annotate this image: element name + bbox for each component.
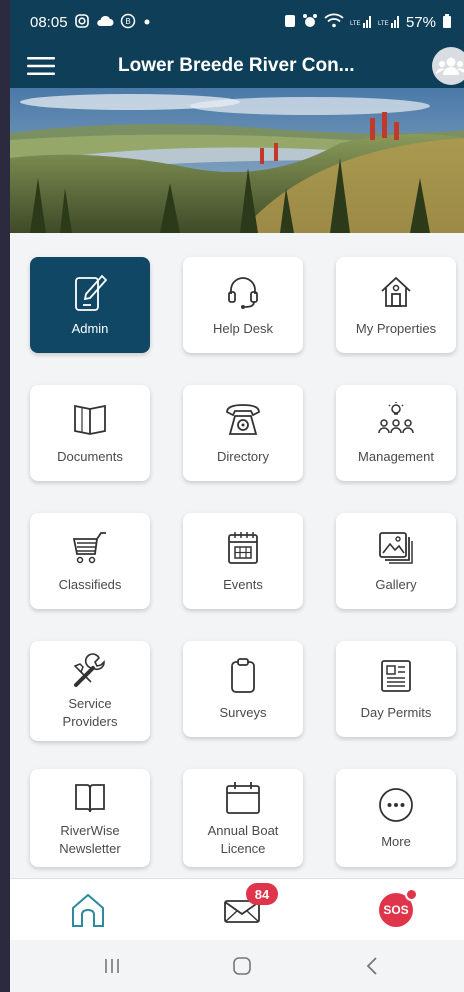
signal-lte1-icon: LTE (350, 13, 372, 31)
sos-notification-dot (405, 888, 418, 901)
phone-screen: 08:05 B LTE LTE 57% Lower Breede River C… (10, 0, 464, 992)
tile-more[interactable]: More (336, 769, 456, 867)
feature-grid: Admin Help Desk My Properties Documents (10, 233, 464, 878)
tile-label: Directory (216, 449, 269, 464)
tile-label: More (381, 834, 411, 849)
gallery-icon (376, 528, 416, 568)
home-square-icon (233, 957, 251, 975)
tile-label: Service Providers (62, 696, 118, 729)
nav-messages[interactable]: 84 (212, 883, 278, 933)
tile-day-permits[interactable]: Day Permits (336, 641, 456, 737)
mail-badge: 84 (246, 883, 278, 905)
tile-directory[interactable]: Directory (183, 385, 303, 481)
menu-button[interactable] (10, 44, 72, 88)
tile-my-properties[interactable]: My Properties (336, 257, 456, 353)
sos-button[interactable]: SOS (379, 888, 418, 927)
nav-sos[interactable]: SOS (366, 887, 426, 933)
newsletter-book-icon (70, 778, 110, 818)
profile-button[interactable] (432, 47, 464, 85)
tile-gallery[interactable]: Gallery (336, 513, 456, 609)
recent-apps-button[interactable] (92, 950, 132, 982)
svg-text:LTE: LTE (350, 21, 361, 27)
tile-label: Surveys (219, 705, 267, 720)
cart-icon (70, 528, 110, 568)
tile-label: Annual Boat Licence (207, 823, 279, 856)
battery-icon (442, 13, 452, 31)
phone-icon (223, 400, 263, 440)
tile-management[interactable]: Management (336, 385, 456, 481)
sos-label: SOS (383, 903, 409, 917)
banner-landscape-image (10, 88, 464, 233)
tile-label: Events (223, 577, 263, 592)
tile-label: Help Desk (213, 321, 273, 336)
admin-icon (70, 272, 110, 312)
tile-label: Management (358, 449, 434, 464)
status-bar: 08:05 B LTE LTE 57% (10, 0, 464, 44)
newspaper-icon (376, 656, 416, 696)
tile-label: Documents (57, 449, 123, 464)
tile-admin[interactable]: Admin (30, 257, 150, 353)
back-chevron-icon (366, 957, 377, 975)
cloud-icon (96, 14, 114, 30)
home-icon (72, 893, 104, 927)
tile-label: Classifieds (58, 577, 122, 592)
calendar-icon (223, 778, 263, 818)
wifi-icon (324, 13, 344, 31)
house-icon (376, 272, 416, 312)
app-title: Lower Breede River Con... (118, 55, 355, 76)
tile-classifieds[interactable]: Classifieds (30, 513, 150, 609)
nav-home[interactable] (58, 887, 118, 933)
tile-help-desk[interactable]: Help Desk (183, 257, 303, 353)
nfc-icon (284, 13, 296, 31)
app-bar: Lower Breede River Con... (10, 44, 464, 88)
recent-apps-icon (105, 959, 119, 973)
tile-service-providers[interactable]: Service Providers (30, 641, 150, 741)
more-icon (376, 785, 416, 825)
book-open-icon (70, 400, 110, 440)
clipboard-icon (223, 656, 263, 696)
tile-riverwise-newsletter[interactable]: RiverWise Newsletter (30, 769, 150, 867)
system-nav-bar (10, 940, 464, 992)
hamburger-icon (27, 57, 55, 75)
tile-documents[interactable]: Documents (30, 385, 150, 481)
svg-text:B: B (125, 17, 130, 26)
tile-label: My Properties (355, 321, 437, 336)
group-users-icon (436, 57, 464, 75)
tile-label: Gallery (375, 577, 417, 592)
tile-annual-boat-licence[interactable]: Annual Boat Licence (183, 769, 303, 867)
headset-icon (223, 272, 263, 312)
battery-percent: 57% (405, 13, 436, 31)
alarm-icon (302, 13, 318, 31)
tile-label: Admin (71, 321, 109, 336)
tile-label: Day Permits (360, 705, 432, 720)
tile-label: RiverWise Newsletter (59, 823, 121, 856)
home-system-button[interactable] (222, 950, 262, 982)
tools-icon (70, 651, 110, 691)
bottom-nav: 84 SOS (10, 878, 464, 940)
signal-lte2-icon: LTE (378, 13, 400, 31)
tile-surveys[interactable]: Surveys (183, 641, 303, 737)
status-time: 08:05 (30, 13, 68, 31)
instagram-icon (74, 13, 90, 31)
calendar-grid-icon (223, 528, 263, 568)
svg-text:LTE: LTE (378, 21, 389, 27)
team-bulb-icon (376, 400, 416, 440)
dot-icon (142, 16, 152, 29)
back-button[interactable] (352, 950, 392, 982)
notification-b-icon: B (120, 13, 136, 31)
tile-events[interactable]: Events (183, 513, 303, 609)
